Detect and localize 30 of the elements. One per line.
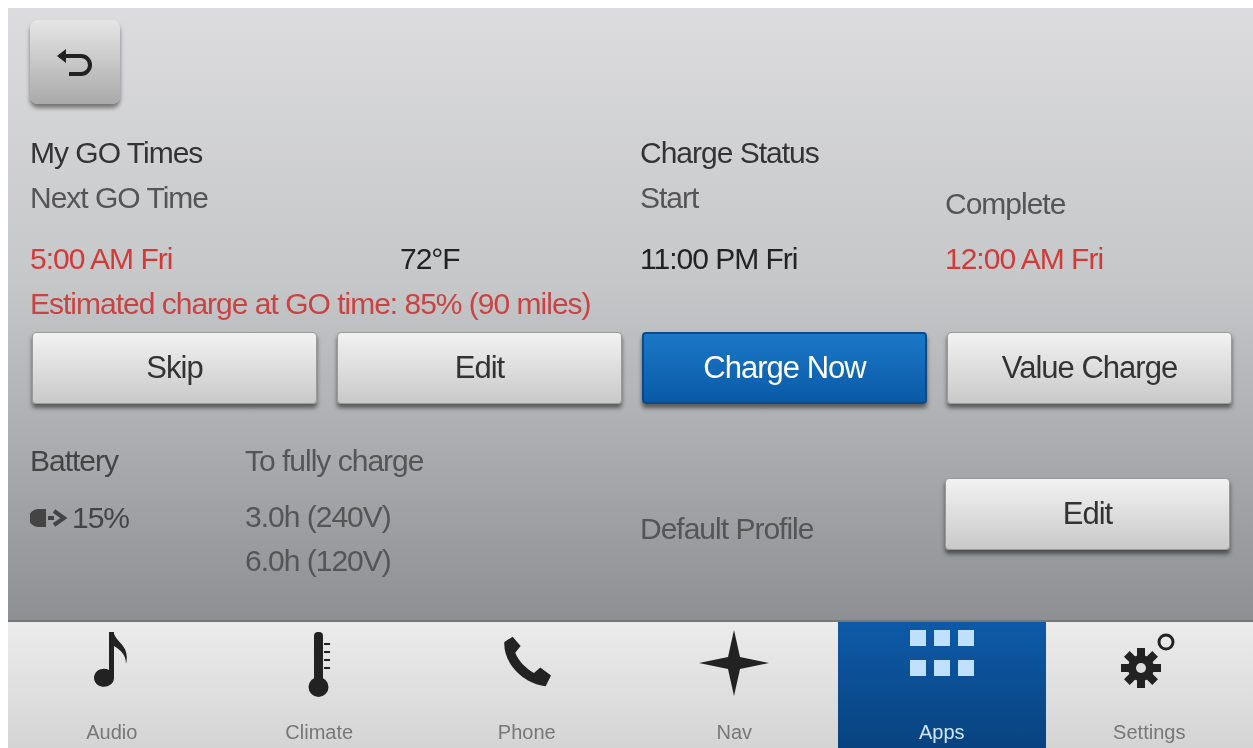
back-arrow-icon	[55, 47, 95, 77]
section-title: Charge Status	[640, 135, 820, 171]
charge-time-label: To fully charge	[245, 443, 425, 479]
battery-value: 15%	[72, 500, 130, 536]
go-time: 5:00 AM Fri	[30, 241, 174, 277]
start-time: 11:00 PM Fri	[640, 241, 799, 277]
section-title: My GO Times	[30, 135, 204, 171]
action-button[interactable]: Value Charge	[947, 332, 1232, 404]
temperature: 72°F	[399, 241, 461, 277]
field-label: Start	[640, 180, 700, 216]
nav-tab[interactable]: Audio	[8, 622, 216, 748]
battery-label: Battery	[30, 443, 120, 479]
nav-tab[interactable]: Climate	[215, 622, 423, 748]
estimate-text: Estimated charge at GO time: 85% (90 miles)	[30, 286, 592, 322]
compass-star-icon	[699, 630, 770, 696]
profile-label: Default Profile	[640, 511, 815, 547]
field-label: Next GO Time	[30, 180, 210, 216]
back-button[interactable]	[30, 20, 120, 104]
profile-edit-button[interactable]: Edit	[945, 478, 1230, 550]
charge-time: 6.0h (120V)	[245, 543, 392, 579]
field-label: Complete	[945, 186, 1067, 222]
nav-tab[interactable]: Settings	[1045, 622, 1253, 748]
nav-tab[interactable]: Phone	[423, 622, 631, 748]
action-button[interactable]: Edit	[337, 332, 622, 404]
nav-tab[interactable]: Apps	[838, 622, 1046, 748]
action-button[interactable]: Skip	[32, 332, 317, 404]
action-button[interactable]: Charge Now	[642, 332, 927, 404]
nav-tab[interactable]: Nav	[630, 622, 838, 748]
charge-time: 3.0h (240V)	[245, 499, 392, 535]
complete-time: 12:00 AM Fri	[945, 241, 1105, 277]
